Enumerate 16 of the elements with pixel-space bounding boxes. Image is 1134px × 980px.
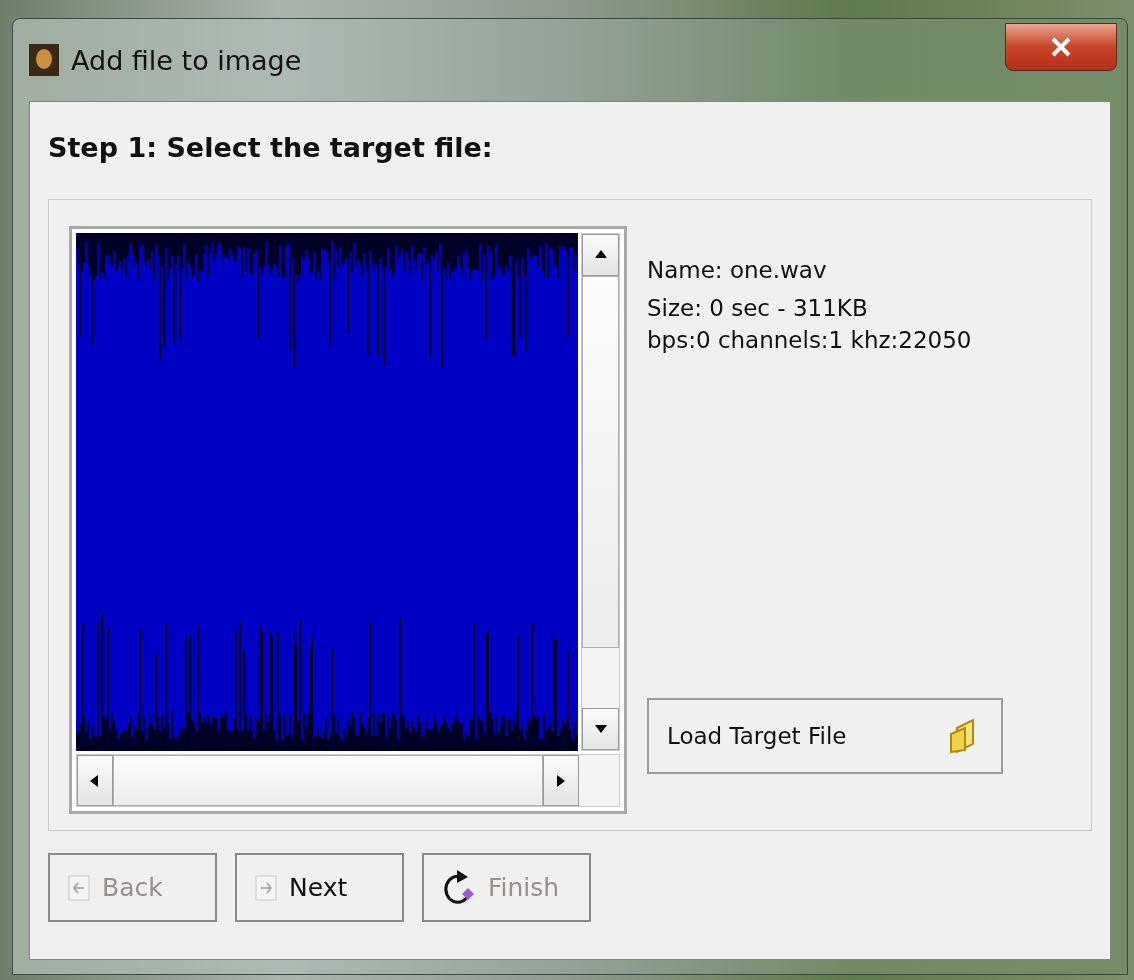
close-button[interactable] — [1005, 23, 1117, 71]
scroll-left-button[interactable] — [77, 755, 113, 806]
horizontal-scrollbar[interactable] — [76, 754, 620, 807]
window-title: Add file to image — [71, 44, 303, 76]
step-heading: Step 1: Select the target file: — [48, 132, 493, 163]
scroll-up-button[interactable] — [582, 234, 619, 276]
vertical-scrollbar[interactable] — [581, 233, 620, 751]
load-target-file-button[interactable]: Load Target File — [647, 698, 1003, 774]
file-info-text: bps:0 channels:1 khz:22050 — [647, 326, 972, 355]
file-info-text: Name: one.wav — [647, 256, 827, 285]
scroll-right-button[interactable] — [543, 755, 579, 806]
close-icon — [1050, 37, 1072, 57]
scroll-down-button[interactable] — [582, 708, 619, 750]
file-info-text: Size: 0 sec - 311KB — [647, 294, 868, 323]
app-icon — [29, 44, 59, 76]
next-button[interactable]: Next — [235, 853, 404, 922]
